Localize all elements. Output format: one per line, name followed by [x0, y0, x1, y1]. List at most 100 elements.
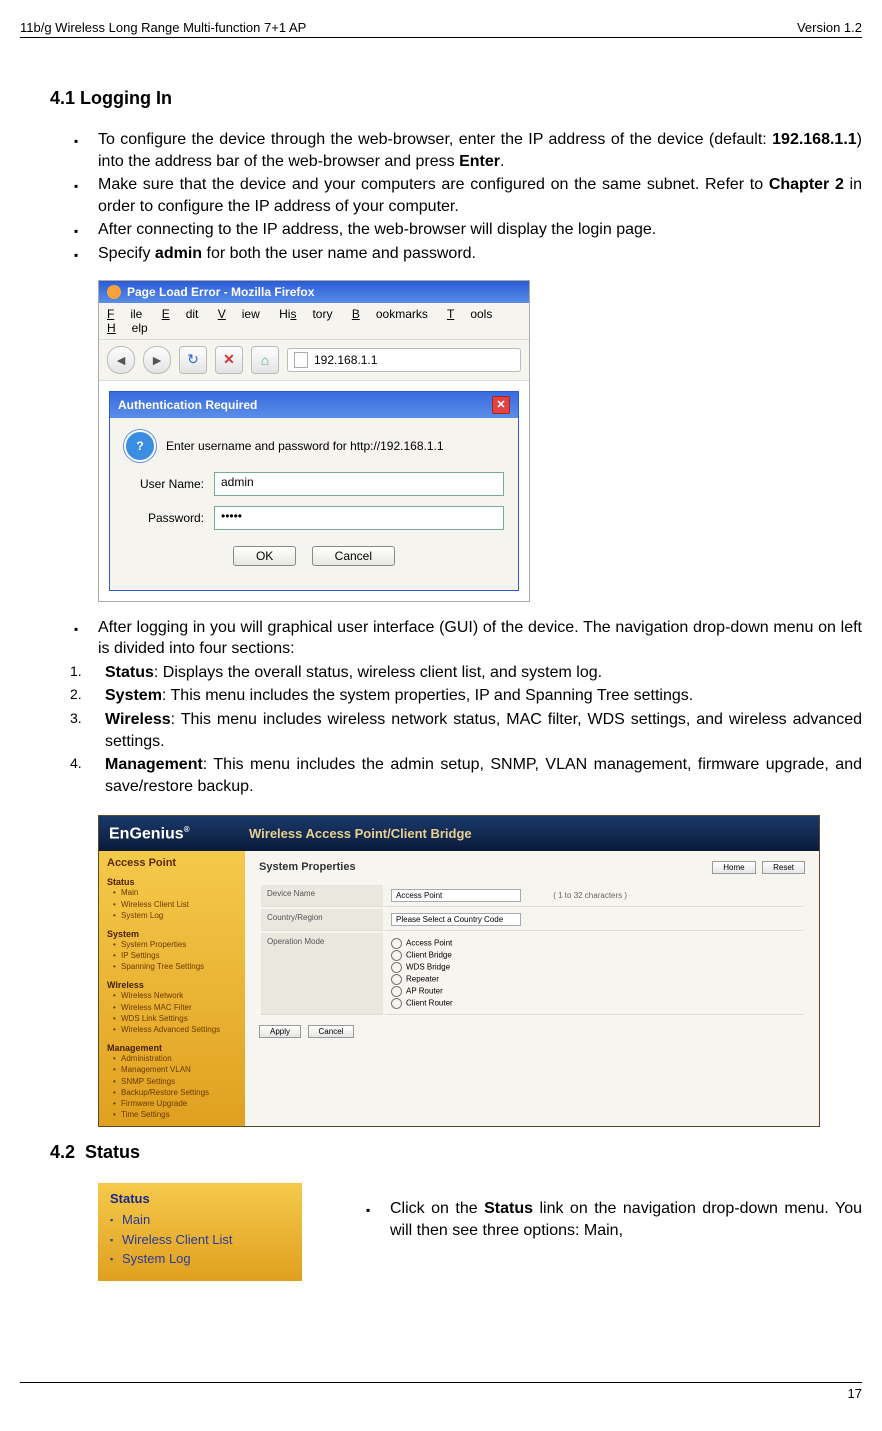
- auth-dialog: Authentication Required ✕ ? Enter userna…: [109, 391, 519, 591]
- bullet-item: Click on the Status link on the navigati…: [362, 1198, 862, 1241]
- cancel-button[interactable]: Cancel: [308, 1025, 355, 1038]
- sidebar-item[interactable]: Firmware Upgrade: [113, 1098, 237, 1109]
- home-button[interactable]: ⌂: [251, 346, 279, 374]
- sidebar-item[interactable]: Administration: [113, 1053, 237, 1064]
- sidebar-item[interactable]: Wireless Advanced Settings: [113, 1024, 237, 1035]
- home-icon: ⌂: [261, 352, 269, 368]
- url-text: 192.168.1.1: [314, 353, 377, 367]
- status-item[interactable]: Wireless Client List: [110, 1230, 290, 1250]
- device-name-label: Device Name: [261, 885, 383, 907]
- reset-button[interactable]: Reset: [762, 861, 805, 874]
- sidebar-item[interactable]: Main: [113, 887, 237, 898]
- firefox-menubar: File Edit View History Bookmarks Tools H…: [99, 303, 529, 340]
- auth-titlebar: Authentication Required ✕: [110, 392, 518, 418]
- cancel-button[interactable]: Cancel: [312, 546, 395, 566]
- question-icon: ?: [124, 430, 156, 462]
- menu-edit[interactable]: Edit: [162, 307, 199, 321]
- opmode-radio[interactable]: Client Bridge: [391, 950, 797, 961]
- engenius-sidebar: Access Point Status Main Wireless Client…: [99, 851, 245, 1126]
- sidebar-section-status: Status: [107, 877, 237, 887]
- apply-button[interactable]: Apply: [259, 1025, 301, 1038]
- menu-file[interactable]: File: [107, 307, 142, 321]
- auth-message: Enter username and password for http://1…: [166, 439, 444, 453]
- username-label: User Name:: [124, 477, 204, 491]
- radio-icon: [391, 974, 402, 985]
- menu-tools[interactable]: Tools: [447, 307, 492, 321]
- sidebar-item[interactable]: Backup/Restore Settings: [113, 1087, 237, 1098]
- list-item: 1.Status: Displays the overall status, w…: [70, 662, 862, 684]
- page-header: 11b/g Wireless Long Range Multi-function…: [20, 20, 862, 38]
- sidebar-item[interactable]: WDS Link Settings: [113, 1013, 237, 1024]
- radio-icon: [391, 938, 402, 949]
- sidebar-title: Access Point: [107, 857, 237, 869]
- engenius-window: EnGenius® Wireless Access Point/Client B…: [98, 815, 820, 1127]
- device-name-hint: ( 1 to 32 characters ): [553, 891, 627, 900]
- sidebar-section-management: Management: [107, 1043, 237, 1053]
- status-item[interactable]: System Log: [110, 1249, 290, 1269]
- status-item[interactable]: Main: [110, 1210, 290, 1230]
- opmode-radio[interactable]: Access Point: [391, 938, 797, 949]
- list-item: 4.Management: This menu includes the adm…: [70, 754, 862, 797]
- back-button[interactable]: ◄: [107, 346, 135, 374]
- menu-view[interactable]: View: [218, 307, 260, 321]
- bullets-top: To configure the device through the web-…: [70, 129, 862, 265]
- country-select[interactable]: Please Select a Country Code: [391, 913, 521, 926]
- password-input[interactable]: •••••: [214, 506, 504, 530]
- opmode-radio[interactable]: AP Router: [391, 986, 797, 997]
- firefox-icon: [107, 285, 121, 299]
- sidebar-item[interactable]: SNMP Settings: [113, 1076, 237, 1087]
- section-4-2-title: 4.2 Status: [50, 1142, 862, 1163]
- username-input[interactable]: admin: [214, 472, 504, 496]
- sidebar-item[interactable]: Spanning Tree Settings: [113, 961, 237, 972]
- reload-icon: ↻: [187, 351, 199, 368]
- status-title: Status: [110, 1191, 290, 1206]
- menu-bookmarks[interactable]: Bookmarks: [352, 307, 428, 321]
- ok-button[interactable]: OK: [233, 546, 296, 566]
- section-4-1-title: 4.1 Logging In: [50, 88, 862, 109]
- page-icon: [294, 352, 308, 368]
- firefox-titlebar: Page Load Error - Mozilla Firefox: [99, 281, 529, 303]
- forward-button[interactable]: ►: [143, 346, 171, 374]
- sidebar-item[interactable]: Wireless Network: [113, 990, 237, 1001]
- numbered-list: 1.Status: Displays the overall status, w…: [70, 662, 862, 798]
- url-bar[interactable]: 192.168.1.1: [287, 348, 521, 372]
- password-label: Password:: [124, 511, 204, 525]
- stop-button[interactable]: ✕: [215, 346, 243, 374]
- device-name-input[interactable]: Access Point: [391, 889, 521, 902]
- bullet-item: Specify admin for both the user name and…: [70, 243, 862, 265]
- home-button[interactable]: Home: [712, 861, 755, 874]
- status-menu-snippet: Status Main Wireless Client List System …: [98, 1183, 302, 1281]
- list-item: 2.System: This menu includes the system …: [70, 685, 862, 707]
- opmode-radio[interactable]: Repeater: [391, 974, 797, 985]
- reload-button[interactable]: ↻: [179, 346, 207, 374]
- page-number: 17: [848, 1386, 862, 1401]
- header-left: 11b/g Wireless Long Range Multi-function…: [20, 20, 306, 35]
- country-label: Country/Region: [261, 909, 383, 931]
- status-text: Click on the Status link on the navigati…: [322, 1198, 862, 1241]
- bullet-item: After connecting to the IP address, the …: [70, 219, 862, 241]
- sidebar-item[interactable]: System Log: [113, 910, 237, 921]
- sidebar-item[interactable]: Management VLAN: [113, 1064, 237, 1075]
- radio-icon: [391, 986, 402, 997]
- sidebar-item[interactable]: Time Settings: [113, 1109, 237, 1120]
- opmode-radio[interactable]: Client Router: [391, 998, 797, 1009]
- sidebar-item[interactable]: IP Settings: [113, 950, 237, 961]
- radio-icon: [391, 962, 402, 973]
- opmode-radio[interactable]: WDS Bridge: [391, 962, 797, 973]
- sidebar-item[interactable]: Wireless MAC Filter: [113, 1002, 237, 1013]
- sidebar-section-wireless: Wireless: [107, 980, 237, 990]
- bullet-item: To configure the device through the web-…: [70, 129, 862, 172]
- engenius-main: Home Reset System Properties Device Name…: [245, 851, 819, 1126]
- menu-help[interactable]: Help: [107, 321, 148, 335]
- menu-history[interactable]: History: [279, 307, 332, 321]
- firefox-toolbar: ◄ ► ↻ ✕ ⌂ 192.168.1.1: [99, 340, 529, 381]
- close-button[interactable]: ✕: [492, 396, 510, 414]
- sidebar-item[interactable]: Wireless Client List: [113, 899, 237, 910]
- sidebar-item[interactable]: System Properties: [113, 939, 237, 950]
- engenius-logo: EnGenius®: [99, 817, 239, 851]
- radio-icon: [391, 998, 402, 1009]
- sidebar-section-system: System: [107, 929, 237, 939]
- stop-icon: ✕: [223, 351, 235, 368]
- page-footer: 17: [20, 1382, 862, 1401]
- firefox-window: Page Load Error - Mozilla Firefox File E…: [98, 280, 530, 602]
